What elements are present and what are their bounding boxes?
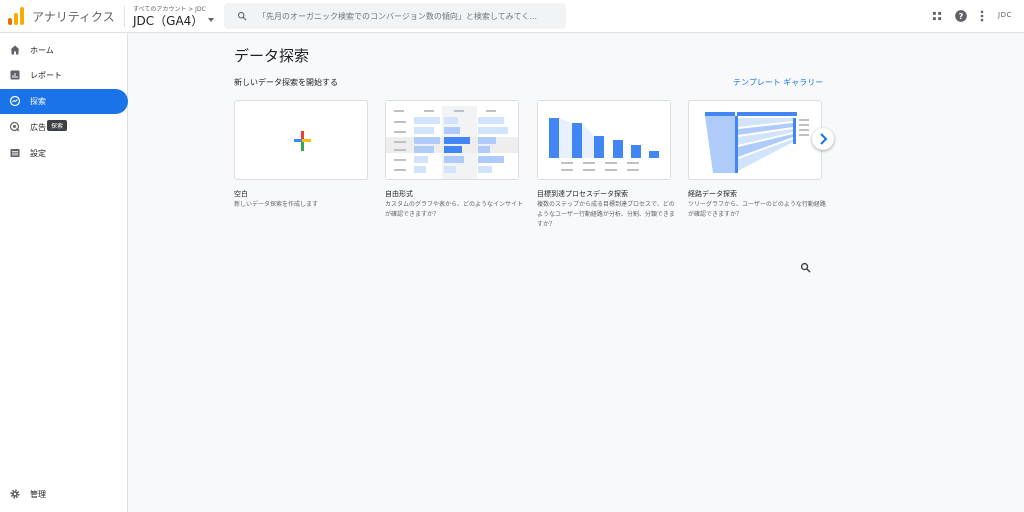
search-icon[interactable] [800,262,811,273]
sidebar-item-label: 探索 [30,97,46,106]
template-gallery-link[interactable]: テンプレート ギャラリー [733,77,823,88]
card-title: 経路データ探索 [688,190,737,198]
gear-icon [10,489,20,499]
analytics-logo[interactable] [8,7,24,25]
search-input[interactable] [258,3,558,29]
home-icon [10,45,20,55]
section-title: 新しいデータ探索を開始する [234,78,338,87]
divider [124,6,125,27]
account-avatar[interactable]: JDC [998,11,1012,19]
card-title: 自由形式 [385,190,413,198]
template-card-funnel[interactable] [537,100,671,180]
sidebar-item-label: 広告 [30,123,46,132]
sidebar-item-label: 設定 [30,149,46,158]
advertising-icon [9,121,20,132]
page-title: データ探索 [234,47,310,65]
help-icon[interactable]: ? [954,9,968,23]
bar-chart-icon [10,70,20,80]
plus-icon [294,131,311,151]
search-bar[interactable] [224,3,566,29]
card-description: 新しいデータ探索を作成します [234,201,319,208]
card-title: 目標到達プロセスデータ探索 [537,190,628,198]
card-description: 複数のステップから成る目標到達プロセスで、どのようなユーザー行動経路が分析、分割… [537,201,675,228]
sidebar-item-configure[interactable]: 設定 [0,141,128,166]
more-vert-icon[interactable] [975,9,989,23]
sidebar-item-home[interactable]: ホーム [0,38,128,63]
top-app-bar: アナリティクス すべてのアカウント > JDC JDC（GA4） ? JDC [0,0,1024,33]
app-title: アナリティクス [32,10,115,24]
carousel-next-button[interactable] [812,128,834,150]
card-title: 空白 [234,190,248,198]
sidebar-item-label: レポート [30,71,62,80]
template-card-free-form[interactable] [385,100,519,180]
sidebar-item-explore[interactable]: 探索 [0,89,128,114]
template-card-path[interactable] [688,100,822,180]
path-thumbnail [689,101,821,179]
card-description: カスタムのグラフや表から、どのようなインサイトが確認できますか？ [385,201,524,218]
svg-text:?: ? [959,11,964,21]
tooltip: 探索 [47,120,68,131]
chevron-down-icon[interactable] [208,18,214,22]
chevron-right-icon [820,133,828,145]
sidebar-item-reports[interactable]: レポート [0,63,128,88]
sidebar-item-label: ホーム [30,46,54,55]
left-navigation: ホーム レポート 探索 広告 設定 管理 [0,33,128,512]
apps-grid-icon[interactable] [930,9,944,23]
list-icon [10,149,20,157]
explore-icon [9,95,21,107]
funnel-thumbnail [538,101,670,179]
search-icon [237,11,247,21]
table-thumbnail [386,101,518,179]
template-card-blank[interactable] [234,100,368,180]
sidebar-item-admin[interactable]: 管理 [0,482,128,507]
sidebar-item-label: 管理 [30,490,46,499]
account-selector[interactable]: JDC（GA4） [133,12,203,29]
card-description: ツリーグラフから、ユーザーのどのような行動経路が確認できますか？ [688,201,826,218]
